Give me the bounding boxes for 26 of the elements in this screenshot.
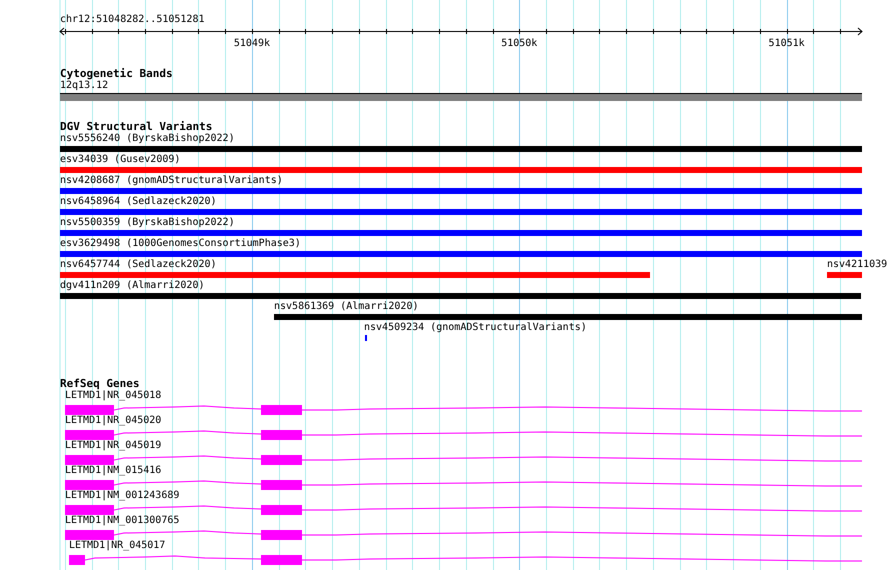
variant-label: esv3629498 (1000GenomesConsortiumPhase3) xyxy=(60,238,301,250)
ruler-label: 51049k xyxy=(234,38,270,50)
gene-label: LETMD1|NR_045017 xyxy=(69,540,166,552)
variant-label: nsv6457744 (Sedlazeck2020) xyxy=(60,259,217,271)
variant-label: nsv6458964 (Sedlazeck2020) xyxy=(60,196,217,208)
gene-label: LETMD1|NR_045020 xyxy=(65,415,162,427)
gene-label: LETMD1|NR_045018 xyxy=(65,390,162,402)
variant-label: nsv5861369 (Almarri2020) xyxy=(274,301,418,313)
variant-label: nsv4208687 (gnomADStructuralVariants) xyxy=(60,175,283,187)
locus-text: chr12:51048282..51051281 xyxy=(60,14,204,25)
variant-label: nsv4211039 xyxy=(827,259,888,271)
variant-label: nsv5500359 (ByrskaBishop2022) xyxy=(60,217,235,229)
ruler-label: 51050k xyxy=(501,38,538,50)
gene-label: LETMD1|NM_015416 xyxy=(65,465,162,477)
track-title: DGV Structural Variants xyxy=(60,120,212,133)
variant-label: dgv411n209 (Almarri2020) xyxy=(60,280,204,292)
ruler-label: 51051k xyxy=(768,38,805,50)
gene-label: LETMD1|NM_001300765 xyxy=(65,515,180,527)
variant-label: esv34039 (Gusev2009) xyxy=(60,154,180,166)
track-title: Cytogenetic Bands xyxy=(60,67,173,80)
track-title: RefSeq Genes xyxy=(60,377,140,390)
variant-label: nsv5556240 (ByrskaBishop2022) xyxy=(60,133,235,145)
gene-label: LETMD1|NR_045019 xyxy=(65,440,162,452)
gene-label: LETMD1|NM_001243689 xyxy=(65,490,180,502)
variant-label: nsv4509234 (gnomADStructuralVariants) xyxy=(364,322,587,334)
band-label: 12q13.12 xyxy=(60,80,108,91)
